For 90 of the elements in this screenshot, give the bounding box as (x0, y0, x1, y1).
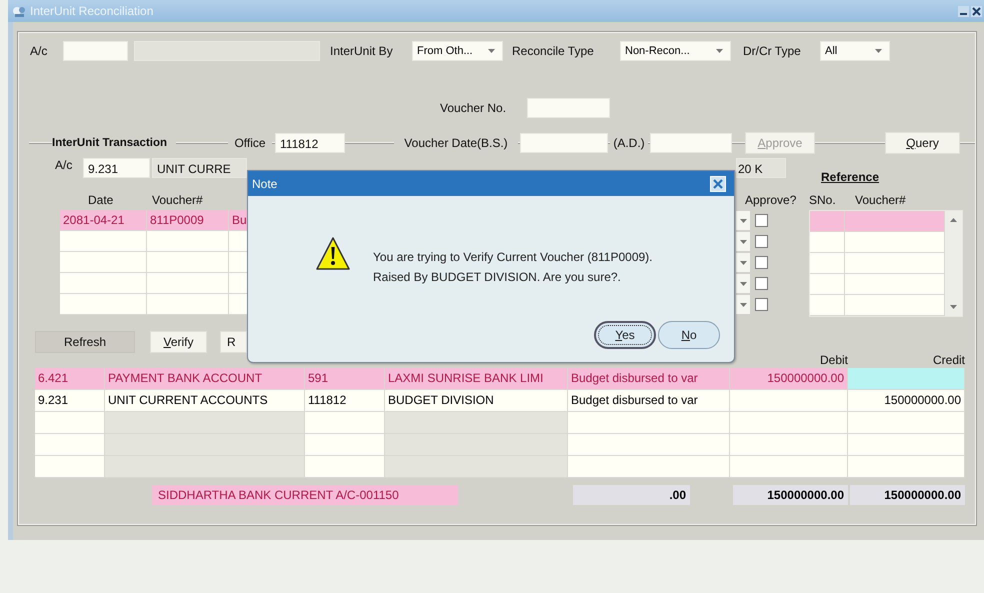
table-cell (229, 231, 247, 252)
table-cell (229, 294, 247, 315)
scroll-down-icon[interactable] (949, 304, 958, 310)
table-cell: 150000000.00 (730, 368, 848, 390)
table-cell (35, 434, 105, 456)
total-field: .00 (573, 485, 690, 505)
dialog-message: You are trying to Verify Current Voucher (811P0009). Raised By BUDGET DIVISION. Are you sure?. (373, 249, 652, 286)
action-button: Approve (745, 132, 815, 154)
column-header: SNo. (809, 193, 837, 207)
total-field: 150000000.00 (850, 485, 965, 505)
table-cell (810, 274, 845, 295)
action-button[interactable]: Refresh (35, 331, 135, 353)
table-cell (35, 412, 105, 434)
table-cell: 150000000.00 (848, 390, 965, 412)
action-button[interactable]: Query (885, 132, 960, 154)
table-cell: 811P0009 (147, 210, 229, 231)
action-button[interactable]: Verify (150, 331, 207, 353)
dropdown[interactable]: From Oth... (412, 41, 503, 61)
column-header: Approve? (745, 193, 798, 207)
scrollbar[interactable] (945, 211, 962, 316)
caret-icon (715, 48, 724, 54)
table-cell (810, 295, 845, 316)
account-code-field[interactable] (63, 41, 128, 61)
table-cell: LAXMI SUNRISE BANK LIMI (385, 368, 568, 390)
field-label: Reconcile Type (512, 44, 595, 58)
table-cell (229, 252, 247, 273)
caret-icon (874, 48, 883, 54)
action-button[interactable]: R (220, 331, 247, 353)
voucher-no-field[interactable] (527, 98, 610, 118)
table-cell (810, 253, 845, 274)
table-cell: BUDGET DIVISION (385, 390, 568, 412)
app-icon (12, 4, 26, 18)
date-field[interactable] (650, 133, 732, 153)
field-label: A/c (30, 44, 48, 58)
column-header: Date (88, 193, 114, 207)
checkbox[interactable] (755, 235, 768, 248)
date-field[interactable] (520, 133, 608, 153)
close-icon[interactable] (971, 6, 982, 16)
section-title: InterUnit Transaction (52, 137, 176, 149)
dialog-title: Note (252, 176, 278, 190)
table-cell: UNIT CURRENT ACCOUNTS (105, 390, 305, 412)
scroll-up-icon[interactable] (949, 217, 958, 223)
column-header: Debit (818, 353, 848, 367)
column-header: Voucher# (855, 193, 907, 207)
checkbox[interactable] (755, 298, 768, 311)
dropdown[interactable]: All (820, 41, 890, 61)
warning-icon (315, 236, 351, 272)
account-field: 20 K (736, 158, 786, 178)
caret-icon (736, 295, 750, 314)
table-cell: Budget disbursed to var (568, 368, 730, 390)
table-cell (810, 211, 845, 232)
table-cell: Bu (229, 210, 247, 231)
dropdown[interactable]: Non-Recon... (620, 41, 731, 61)
table-cell: Budget disbursed to var (568, 390, 730, 412)
field-label: Voucher No. (440, 101, 508, 115)
table-cell (229, 273, 247, 294)
account-name-field: UNIT CURRE (152, 158, 247, 178)
section-title: Reference (821, 170, 880, 184)
table-cell: 6.421 (35, 368, 105, 390)
account-code-field[interactable]: 9.231 (83, 158, 150, 178)
table-cell: 591 (305, 368, 385, 390)
table-cell: 2081-04-21 (60, 210, 147, 231)
caret-icon (736, 232, 750, 251)
table-cell: 111812 (305, 390, 385, 412)
field-label: Dr/Cr Type (743, 44, 802, 58)
field-label: Office (228, 136, 272, 150)
checkbox[interactable] (755, 214, 768, 227)
table-cell: PAYMENT BANK ACCOUNT (105, 368, 305, 390)
total-field: 150000000.00 (733, 485, 848, 505)
column-header: Credit (932, 353, 965, 367)
column-header: Voucher# (152, 193, 204, 207)
account-name-field: SIDDHARTHA BANK CURRENT A/C-001150 (152, 485, 458, 505)
checkbox[interactable] (755, 256, 768, 269)
field-label: InterUnit By (330, 44, 394, 58)
minimize-icon[interactable] (958, 6, 969, 16)
office-field: 111812 (275, 133, 345, 153)
caret-icon (736, 211, 750, 230)
field-label: A/c (55, 158, 74, 172)
table-cell: 9.231 (35, 390, 105, 412)
table-cell (810, 232, 845, 253)
window-title: InterUnit Reconciliation (30, 4, 154, 18)
dialog-button[interactable]: Yes (594, 321, 656, 349)
table-cell (35, 456, 105, 478)
caret-icon (736, 253, 750, 272)
field-label: Voucher Date(B.S.) (394, 136, 518, 150)
field-label: (A.D.) (610, 136, 648, 150)
caret-icon (487, 48, 496, 54)
dialog-button[interactable]: No (658, 321, 720, 349)
checkbox[interactable] (755, 277, 768, 290)
caret-icon (736, 274, 750, 293)
